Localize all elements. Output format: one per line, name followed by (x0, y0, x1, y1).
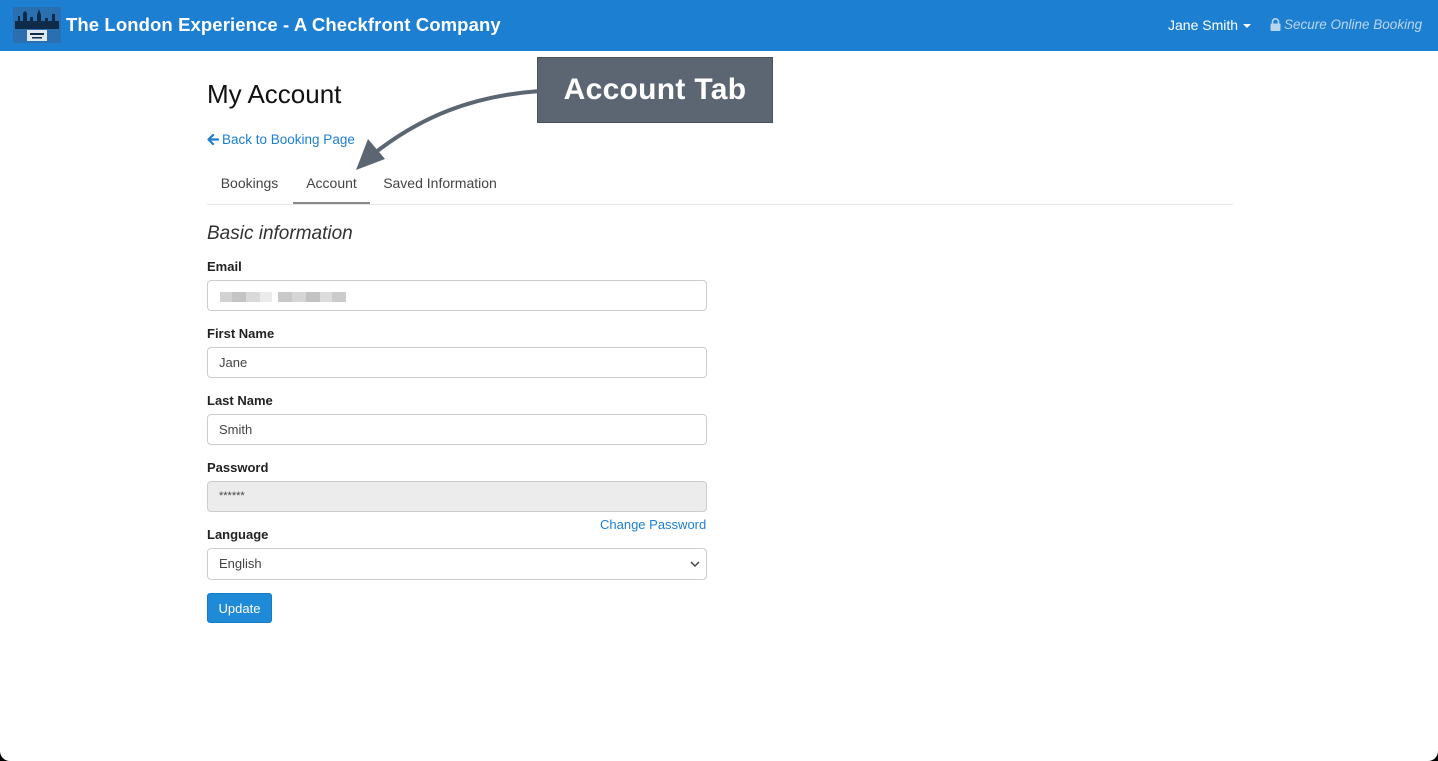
section-title: Basic information (207, 223, 353, 244)
change-password-link[interactable]: Change Password (600, 517, 706, 532)
secure-booking-badge: Secure Online Booking (1270, 17, 1422, 32)
email-label: Email (207, 259, 242, 274)
top-navbar: The London Experience - A Checkfront Com… (0, 0, 1438, 51)
lock-icon (1270, 18, 1281, 31)
language-selected-value: English (219, 556, 262, 571)
tab-account[interactable]: Account (293, 164, 370, 204)
page-title: My Account (207, 79, 342, 109)
first-name-field[interactable]: Jane (207, 347, 707, 378)
caret-down-icon (1243, 24, 1252, 29)
last-name-field[interactable]: Smith (207, 414, 707, 445)
email-field[interactable] (207, 280, 707, 311)
chevron-down-icon (690, 561, 700, 568)
tab-saved-information[interactable]: Saved Information (372, 164, 508, 204)
language-select[interactable]: English (207, 548, 707, 580)
account-tabs: Bookings Account Saved Information (207, 164, 1233, 205)
update-button[interactable]: Update (207, 593, 272, 623)
language-label: Language (207, 527, 269, 542)
user-menu-dropdown[interactable]: Jane Smith (1168, 17, 1252, 33)
password-label: Password (207, 460, 269, 475)
arrow-left-icon (207, 133, 220, 146)
redacted-email-value (220, 292, 350, 302)
tab-bookings[interactable]: Bookings (207, 164, 292, 204)
back-to-booking-link[interactable]: Back to Booking Page (207, 132, 355, 147)
london-skyline-logo-icon[interactable] (13, 7, 61, 43)
password-field: ****** (207, 481, 707, 512)
annotation-callout: Account Tab (537, 57, 773, 123)
first-name-label: First Name (207, 326, 275, 341)
last-name-label: Last Name (207, 393, 273, 408)
browser-window: The London Experience - A Checkfront Com… (0, 0, 1438, 761)
back-link-label: Back to Booking Page (222, 132, 355, 147)
user-name: Jane Smith (1168, 17, 1239, 33)
secure-text: Secure Online Booking (1284, 17, 1423, 32)
brand-title[interactable]: The London Experience - A Checkfront Com… (66, 14, 501, 36)
